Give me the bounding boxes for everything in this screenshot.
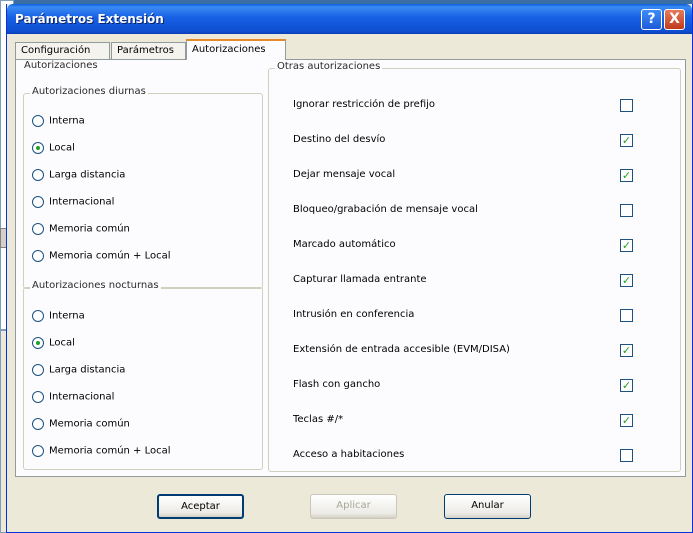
close-button[interactable]: X: [664, 9, 685, 30]
check-acceso-habitaciones[interactable]: Acceso a habitaciones: [293, 448, 673, 464]
tab-panel-autorizaciones: Autorizaciones Autorizaciones diurnas Au…: [15, 59, 686, 477]
radio-icon[interactable]: [32, 115, 44, 127]
night-radio-internacional[interactable]: Internacional: [32, 391, 114, 407]
radio-icon[interactable]: [32, 364, 44, 376]
tab-parametros[interactable]: Parámetros: [111, 42, 186, 59]
tab-autorizaciones[interactable]: Autorizaciones: [186, 39, 286, 60]
checkbox-icon[interactable]: ✓: [620, 379, 633, 392]
day-radio-memoria-comun[interactable]: Memoria común: [32, 223, 130, 239]
radio-icon[interactable]: [32, 142, 44, 154]
checkbox-icon[interactable]: [620, 449, 633, 462]
check-destino-desvio[interactable]: Destino del desvío ✓: [293, 133, 673, 149]
day-radio-memoria-comun-local[interactable]: Memoria común + Local: [32, 250, 171, 266]
night-radio-larga-distancia[interactable]: Larga distancia: [32, 364, 125, 380]
check-marcado-automatico[interactable]: Marcado automático ✓: [293, 238, 673, 254]
night-radio-interna[interactable]: Interna: [32, 310, 85, 326]
check-bloqueo-grabacion[interactable]: Bloqueo/grabación de mensaje vocal: [293, 203, 673, 219]
radio-icon[interactable]: [32, 310, 44, 322]
radio-icon[interactable]: [32, 391, 44, 403]
day-radio-larga-distancia[interactable]: Larga distancia: [32, 169, 125, 185]
check-teclas[interactable]: Teclas #/* ✓: [293, 413, 673, 429]
radio-icon[interactable]: [32, 223, 44, 235]
check-flash-gancho[interactable]: Flash con gancho ✓: [293, 378, 673, 394]
radio-icon[interactable]: [32, 169, 44, 181]
other-authorizations-label: Otras autorizaciones: [275, 61, 383, 72]
anular-button[interactable]: Anular: [444, 494, 531, 519]
check-dejar-mensaje[interactable]: Dejar mensaje vocal ✓: [293, 168, 673, 184]
day-radio-interna[interactable]: Interna: [32, 115, 85, 131]
tab-configuracion[interactable]: Configuración: [15, 42, 110, 59]
day-authorizations-label: Autorizaciones diurnas: [30, 86, 148, 97]
window-title: Parámetros Extensión: [15, 12, 164, 26]
checkbox-icon[interactable]: [620, 309, 633, 322]
radio-icon[interactable]: [32, 250, 44, 262]
checkbox-icon[interactable]: ✓: [620, 239, 633, 252]
checkbox-icon[interactable]: ✓: [620, 134, 633, 147]
parametros-extension-dialog: Parámetros Extensión ? X Configuración P…: [6, 4, 693, 533]
check-ignorar-restriccion[interactable]: Ignorar restricción de prefijo: [293, 98, 673, 114]
night-authorizations-label: Autorizaciones nocturnas: [30, 280, 161, 291]
radio-icon[interactable]: [32, 445, 44, 457]
night-radio-local[interactable]: Local: [32, 337, 75, 353]
aceptar-button[interactable]: Aceptar: [157, 494, 244, 519]
check-capturar-llamada[interactable]: Capturar llamada entrante ✓: [293, 273, 673, 289]
help-button[interactable]: ?: [641, 9, 662, 30]
checkbox-icon[interactable]: [620, 99, 633, 112]
autorizaciones-group-label: Autorizaciones: [22, 60, 100, 71]
check-intrusion-conferencia[interactable]: Intrusión en conferencia: [293, 308, 673, 324]
night-radio-memoria-comun-local[interactable]: Memoria común + Local: [32, 445, 171, 461]
title-bar[interactable]: Parámetros Extensión ? X: [7, 4, 692, 34]
checkbox-icon[interactable]: ✓: [620, 274, 633, 287]
day-radio-local[interactable]: Local: [32, 142, 75, 158]
radio-icon[interactable]: [32, 418, 44, 430]
other-authorizations-group: Otras autorizaciones: [268, 61, 681, 472]
radio-icon[interactable]: [32, 196, 44, 208]
radio-icon[interactable]: [32, 337, 44, 349]
checkbox-icon[interactable]: ✓: [620, 414, 633, 427]
checkbox-icon[interactable]: [620, 204, 633, 217]
aplicar-button[interactable]: Aplicar: [310, 494, 397, 519]
day-radio-internacional[interactable]: Internacional: [32, 196, 114, 212]
checkbox-icon[interactable]: ✓: [620, 344, 633, 357]
checkbox-icon[interactable]: ✓: [620, 169, 633, 182]
night-radio-memoria-comun[interactable]: Memoria común: [32, 418, 130, 434]
check-extension-entrada[interactable]: Extensión de entrada accesible (EVM/DISA…: [293, 343, 673, 359]
